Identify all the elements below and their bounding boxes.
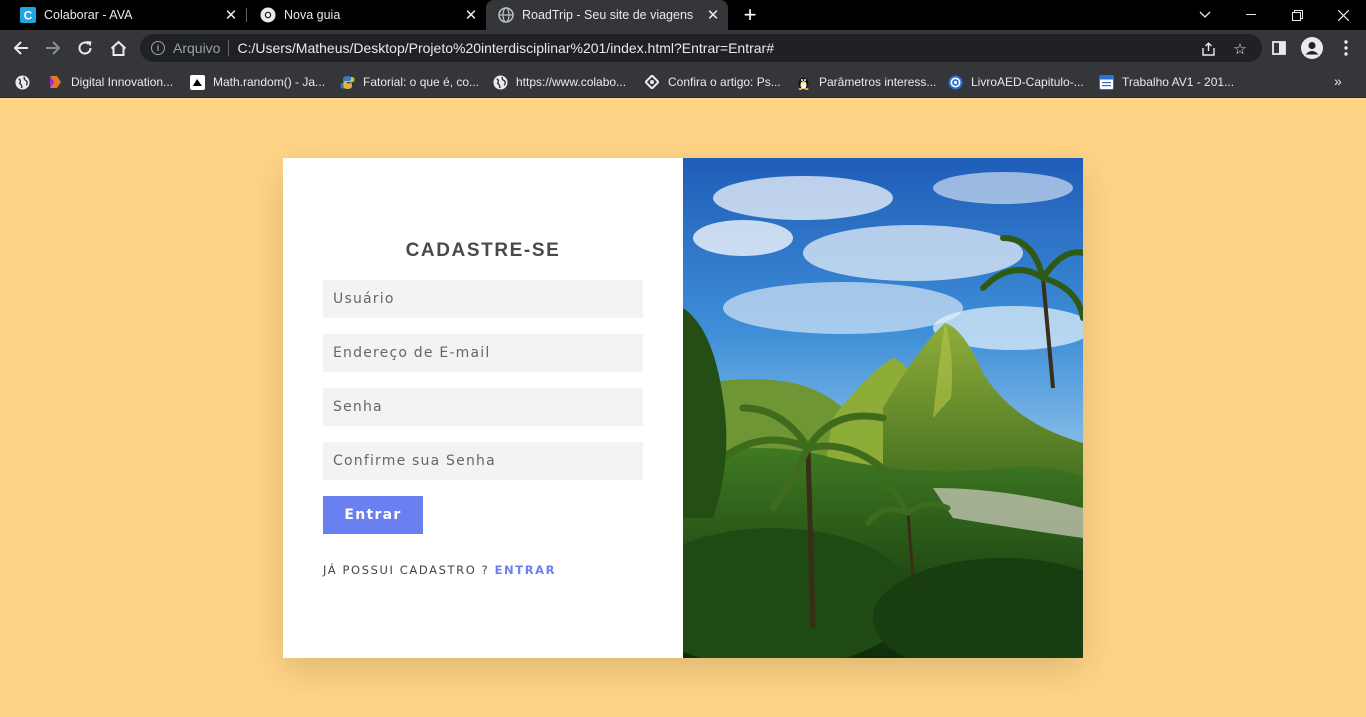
- diamond-icon: [644, 74, 660, 90]
- bookmark-label: Trabalho AV1 - 201...: [1122, 75, 1235, 89]
- chrome-icon: [260, 7, 276, 23]
- bookmark-star-icon[interactable]: ☆: [1231, 40, 1249, 58]
- browser-toolbar: i Arquivo C:/Users/Matheus/Desktop/Proje…: [0, 30, 1366, 66]
- close-tab-icon[interactable]: ✕: [222, 6, 240, 24]
- side-panel-icon[interactable]: [1268, 37, 1290, 59]
- tab-roadtrip[interactable]: RoadTrip - Seu site de viagens ✕: [486, 0, 728, 30]
- menu-kebab-icon[interactable]: [1335, 37, 1357, 59]
- address-bar[interactable]: i Arquivo C:/Users/Matheus/Desktop/Proje…: [140, 34, 1262, 62]
- tab-nova-guia[interactable]: Nova guia ✕: [246, 0, 486, 30]
- email-field[interactable]: [323, 334, 643, 372]
- colaborar-favicon-icon: C: [20, 7, 36, 23]
- globe-icon: [498, 7, 514, 23]
- url-text[interactable]: C:/Users/Matheus/Desktop/Projeto%20inter…: [237, 40, 774, 56]
- tab-search-chevron-icon[interactable]: [1182, 0, 1228, 30]
- svg-text:C: C: [24, 9, 33, 23]
- bookmark-item[interactable]: Confira o artigo: Ps...: [644, 72, 781, 92]
- bookmark-item[interactable]: Trabalho AV1 - 201...: [1098, 72, 1234, 92]
- bookmark-label: LivroAED-Capitulo-...: [971, 75, 1084, 89]
- signup-card: CADASTRE-SE Entrar JÁ POSSUI CADASTRO ? …: [283, 158, 1083, 658]
- form-title: CADASTRE-SE: [405, 240, 561, 261]
- apps-globe-icon[interactable]: [14, 72, 30, 92]
- share-icon[interactable]: [1199, 40, 1217, 58]
- bookmark-label: Math.random() - Ja...: [213, 75, 326, 89]
- confirm-password-field[interactable]: [323, 442, 643, 480]
- bookmark-item[interactable]: https://www.colabo...: [492, 72, 626, 92]
- new-tab-button[interactable]: +: [738, 2, 762, 27]
- already-registered-label: JÁ POSSUI CADASTRO ?: [323, 563, 490, 577]
- bookmark-label: Fatorial: o que é, co...: [363, 75, 480, 89]
- info-icon[interactable]: i: [151, 41, 165, 55]
- bookmark-item[interactable]: Digital Innovation...: [47, 72, 173, 92]
- reload-button[interactable]: [70, 33, 100, 63]
- more-bookmarks-chevron-icon[interactable]: »: [1334, 73, 1342, 89]
- password-field[interactable]: [323, 388, 643, 426]
- document-icon: [1098, 74, 1114, 90]
- bookmark-label: Parâmetros interess...: [819, 75, 937, 89]
- restore-button[interactable]: [1274, 0, 1320, 30]
- scheme-label: Arquivo: [173, 40, 221, 56]
- tab-title: RoadTrip - Seu site de viagens: [522, 8, 694, 22]
- bookmark-label: https://www.colabo...: [516, 75, 627, 89]
- close-tab-icon[interactable]: ✕: [462, 6, 480, 24]
- omnibox-divider: [228, 40, 230, 56]
- bookmark-item[interactable]: Math.random() - Ja...: [189, 72, 325, 92]
- submit-button[interactable]: Entrar: [323, 496, 423, 534]
- globe-icon: [492, 74, 508, 90]
- python-icon: [339, 74, 355, 90]
- bookmark-label: Confira o artigo: Ps...: [668, 75, 781, 89]
- tab-title: Nova guia: [284, 8, 341, 22]
- already-registered-text: JÁ POSSUI CADASTRO ? ENTRAR: [323, 563, 556, 577]
- bookmarks-bar: Digital Innovation... Math.random() - Ja…: [0, 66, 1366, 98]
- tropical-landscape-illustration: [683, 158, 1083, 658]
- tab-strip: C Colaborar - AVA ✕ Nova guia ✕ RoadTrip…: [0, 0, 1366, 30]
- profile-avatar-icon[interactable]: [1301, 37, 1323, 59]
- linux-penguin-icon: [795, 74, 811, 90]
- close-window-button[interactable]: [1320, 0, 1366, 30]
- circle-logo-icon: [947, 74, 963, 90]
- home-button[interactable]: [103, 33, 133, 63]
- tab-title: Colaborar - AVA: [44, 8, 133, 22]
- bookmark-label: Digital Innovation...: [71, 75, 174, 89]
- tab-colaborar[interactable]: C Colaborar - AVA ✕: [0, 0, 246, 30]
- dio-icon: [47, 74, 63, 90]
- close-tab-icon[interactable]: ✕: [704, 6, 722, 24]
- back-button[interactable]: [6, 33, 36, 63]
- signup-form: CADASTRE-SE Entrar JÁ POSSUI CADASTRO ? …: [283, 158, 683, 658]
- landscape-image: [683, 158, 1083, 658]
- bookmark-item[interactable]: LivroAED-Capitulo-...: [947, 72, 1084, 92]
- login-link[interactable]: ENTRAR: [495, 563, 557, 577]
- bookmark-item[interactable]: Parâmetros interess...: [795, 72, 936, 92]
- math-random-icon: [189, 74, 205, 90]
- bookmark-item[interactable]: Fatorial: o que é, co...: [339, 72, 479, 92]
- forward-button[interactable]: [38, 33, 68, 63]
- username-field[interactable]: [323, 280, 643, 318]
- minimize-button[interactable]: [1228, 0, 1274, 30]
